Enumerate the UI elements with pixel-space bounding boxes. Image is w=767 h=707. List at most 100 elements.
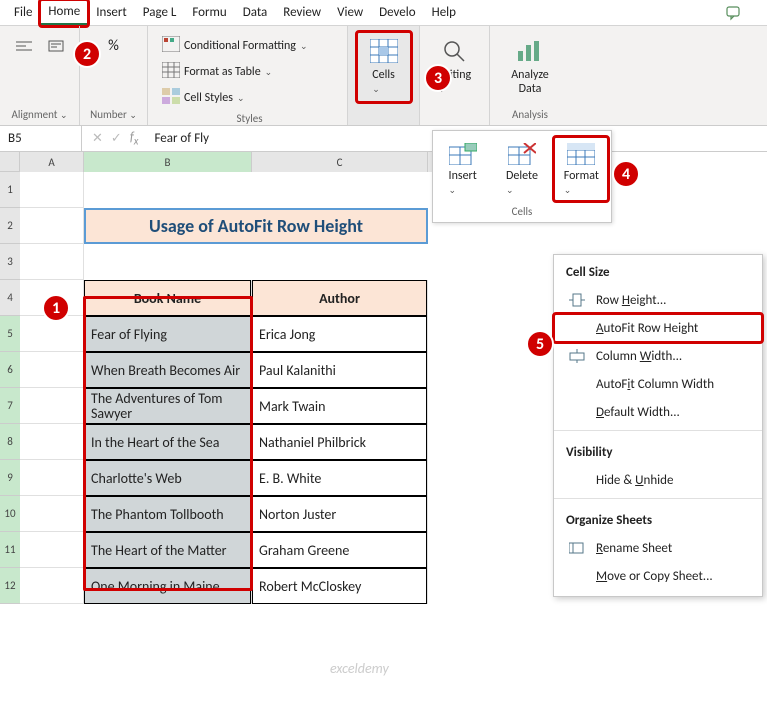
cell-styles-button[interactable]: Cell Styles ⌄	[158, 86, 311, 110]
row-header-1[interactable]: 1	[0, 172, 20, 208]
cell-book[interactable]: When Breath Becomes Air	[84, 352, 251, 388]
tab-formulas[interactable]: Formu	[184, 1, 234, 24]
tab-help[interactable]: Help	[424, 1, 464, 24]
cell-author[interactable]: Nathaniel Philbrick	[252, 424, 427, 460]
cell-book[interactable]: Fear of Flying	[84, 316, 251, 352]
format-button[interactable]: Format⌄	[554, 137, 608, 201]
row-header-5[interactable]: 5	[0, 316, 20, 352]
row-header-3[interactable]: 3	[0, 244, 20, 280]
row-header-8[interactable]: 8	[0, 424, 20, 460]
group-label-styles: Styles	[236, 110, 262, 127]
col-header-a[interactable]: A	[20, 152, 84, 172]
cell-author[interactable]: Norton Juster	[252, 496, 427, 532]
menu-rename-sheet[interactable]: Rename Sheet	[554, 534, 762, 562]
conditional-formatting-button[interactable]: Conditional Formatting ⌄	[158, 34, 311, 58]
fx-icon[interactable]: fx	[130, 130, 139, 148]
cell-styles-icon	[162, 88, 180, 108]
cell-author[interactable]: Mark Twain	[252, 388, 427, 424]
col-width-icon	[568, 348, 586, 364]
row-header-10[interactable]: 10	[0, 496, 20, 532]
row-header-12[interactable]: 12	[0, 568, 20, 604]
tab-developer[interactable]: Develo	[371, 1, 423, 24]
comments-icon[interactable]	[723, 2, 745, 24]
percent-icon[interactable]: %	[100, 36, 128, 56]
cell-author[interactable]: Erica Jong	[252, 316, 427, 352]
cell-book[interactable]: The Adventures of Tom Sawyer	[84, 388, 251, 424]
insert-icon	[448, 141, 478, 167]
group-label-alignment: Alignment ⌄	[11, 106, 67, 123]
group-styles: Conditional Formatting ⌄ Format as Table…	[148, 26, 348, 125]
section-cell-size: Cell Size	[554, 255, 762, 286]
group-label-analysis: Analysis	[512, 106, 548, 123]
tab-home[interactable]: Home	[40, 0, 88, 26]
cond-fmt-icon	[162, 36, 180, 56]
cells-dropdown: Insert⌄ Delete⌄ Format⌄ Cells	[432, 130, 612, 223]
cell-book[interactable]: One Morning in Maine	[84, 568, 251, 604]
group-cells: Cells⌄	[348, 26, 420, 125]
group-alignment: Alignment ⌄	[0, 26, 80, 125]
wrap-text-icon[interactable]	[42, 36, 70, 56]
align-left-icon[interactable]	[10, 36, 38, 56]
ribbon-tabs: File Home Insert Page L Formu Data Revie…	[0, 0, 767, 26]
share-icon[interactable]	[745, 2, 767, 24]
format-icon	[566, 141, 596, 167]
watermark: exceldemy	[330, 660, 389, 677]
row-height-icon	[568, 292, 586, 308]
cell-author[interactable]: Graham Greene	[252, 532, 427, 568]
tab-page-layout[interactable]: Page L	[135, 1, 185, 24]
menu-move-copy-sheet[interactable]: Move or Copy Sheet...	[554, 562, 762, 590]
row-header-6[interactable]: 6	[0, 352, 20, 388]
formula-bar: B5 ✕ ✓ fx Fear of Fly	[0, 126, 767, 152]
delete-button[interactable]: Delete⌄	[495, 137, 549, 201]
cell-author[interactable]: Robert McCloskey	[252, 568, 427, 604]
row-header-11[interactable]: 11	[0, 532, 20, 568]
rename-icon	[568, 540, 586, 556]
analyze-data-button[interactable]: AnalyzeData	[503, 32, 557, 102]
cancel-icon[interactable]: ✕	[92, 131, 103, 146]
cell-author[interactable]: Paul Kalanithi	[252, 352, 427, 388]
callout-3: 3	[424, 64, 452, 92]
row-header-9[interactable]: 9	[0, 460, 20, 496]
row-header-4[interactable]: 4	[0, 280, 20, 316]
row-headers: 1 2 3 4 5 6 7 8 9 10 11 12	[0, 172, 20, 604]
row-header-2[interactable]: 2	[0, 208, 20, 244]
tab-insert[interactable]: Insert	[88, 1, 135, 24]
tab-file[interactable]: File	[6, 1, 40, 24]
cells-button[interactable]: Cells⌄	[357, 32, 411, 102]
menu-autofit-column-width[interactable]: AutoFit Column Width	[554, 370, 762, 398]
cells-dropdown-label: Cells	[433, 201, 611, 222]
format-as-table-button[interactable]: Format as Table ⌄	[158, 60, 311, 84]
menu-autofit-row-height[interactable]: AutoFit Row Height	[554, 314, 762, 342]
header-book-name: Book Name	[84, 280, 251, 316]
menu-default-width[interactable]: Default Width...	[554, 398, 762, 426]
find-icon	[440, 38, 470, 64]
name-box[interactable]: B5	[0, 126, 82, 151]
chart-icon	[515, 38, 545, 64]
menu-hide-unhide[interactable]: Hide & Unhide	[554, 466, 762, 494]
cell-book[interactable]: The Heart of the Matter	[84, 532, 251, 568]
callout-4: 4	[612, 160, 640, 188]
callout-2: 2	[73, 40, 101, 68]
cell-book[interactable]: Charlotte's Web	[84, 460, 251, 496]
cell-book[interactable]: In the Heart of the Sea	[84, 424, 251, 460]
insert-button[interactable]: Insert⌄	[436, 137, 490, 201]
row-header-7[interactable]: 7	[0, 388, 20, 424]
col-header-b[interactable]: B	[84, 152, 252, 172]
tab-review[interactable]: Review	[275, 1, 329, 24]
cell-author[interactable]: E. B. White	[252, 460, 427, 496]
callout-1: 1	[42, 294, 70, 322]
menu-column-width[interactable]: Column Width...	[554, 342, 762, 370]
section-visibility: Visibility	[554, 435, 762, 466]
select-all-corner[interactable]	[0, 152, 20, 172]
tab-data[interactable]: Data	[235, 1, 276, 24]
menu-row-height[interactable]: Row Height...	[554, 286, 762, 314]
group-analysis: AnalyzeData Analysis	[490, 26, 570, 125]
format-menu: Cell Size Row Height... AutoFit Row Heig…	[553, 254, 763, 597]
delete-icon	[507, 141, 537, 167]
enter-icon[interactable]: ✓	[111, 131, 122, 146]
table-icon	[162, 62, 180, 82]
col-header-c[interactable]: C	[252, 152, 428, 172]
tab-view[interactable]: View	[329, 1, 371, 24]
section-organize-sheets: Organize Sheets	[554, 503, 762, 534]
cell-book[interactable]: The Phantom Tollbooth	[84, 496, 251, 532]
